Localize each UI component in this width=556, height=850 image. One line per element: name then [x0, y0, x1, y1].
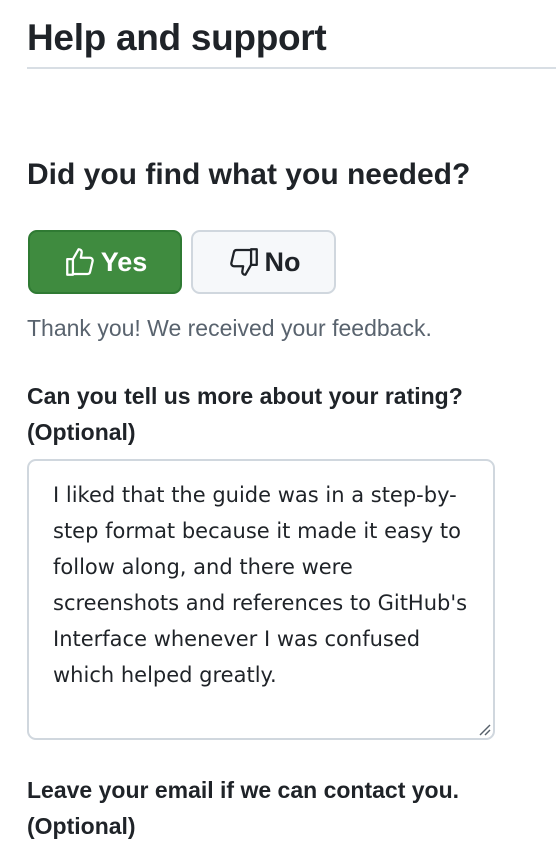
thumbs-up-icon [63, 245, 97, 279]
rating-label-text: Can you tell us more about your rating? [27, 383, 463, 409]
email-label: Leave your email if we can contact you. … [27, 772, 459, 844]
no-button-label: No [264, 246, 301, 277]
thumbs-down-icon [227, 245, 261, 279]
yes-button-label: Yes [100, 246, 148, 277]
feedback-confirmation: Thank you! We received your feedback. [27, 315, 432, 341]
email-label-optional: (Optional) [27, 813, 136, 839]
page-title: Help and support [27, 17, 327, 58]
feedback-question: Did you find what you needed? [27, 158, 471, 191]
yes-button[interactable]: Yes [28, 230, 182, 294]
help-and-support-page: Help and support Did you find what you n… [0, 0, 556, 850]
rating-details-value[interactable]: I liked that the guide was in a step-by-… [53, 477, 471, 693]
email-label-text: Leave your email if we can contact you. [27, 777, 460, 803]
no-button[interactable]: No [191, 230, 336, 294]
rating-details-textarea[interactable]: I liked that the guide was in a step-by-… [27, 459, 495, 740]
rating-details-label: Can you tell us more about your rating? … [27, 378, 463, 450]
title-divider [27, 67, 556, 69]
rating-label-optional: (Optional) [27, 419, 136, 445]
resize-handle-icon[interactable] [477, 722, 491, 736]
